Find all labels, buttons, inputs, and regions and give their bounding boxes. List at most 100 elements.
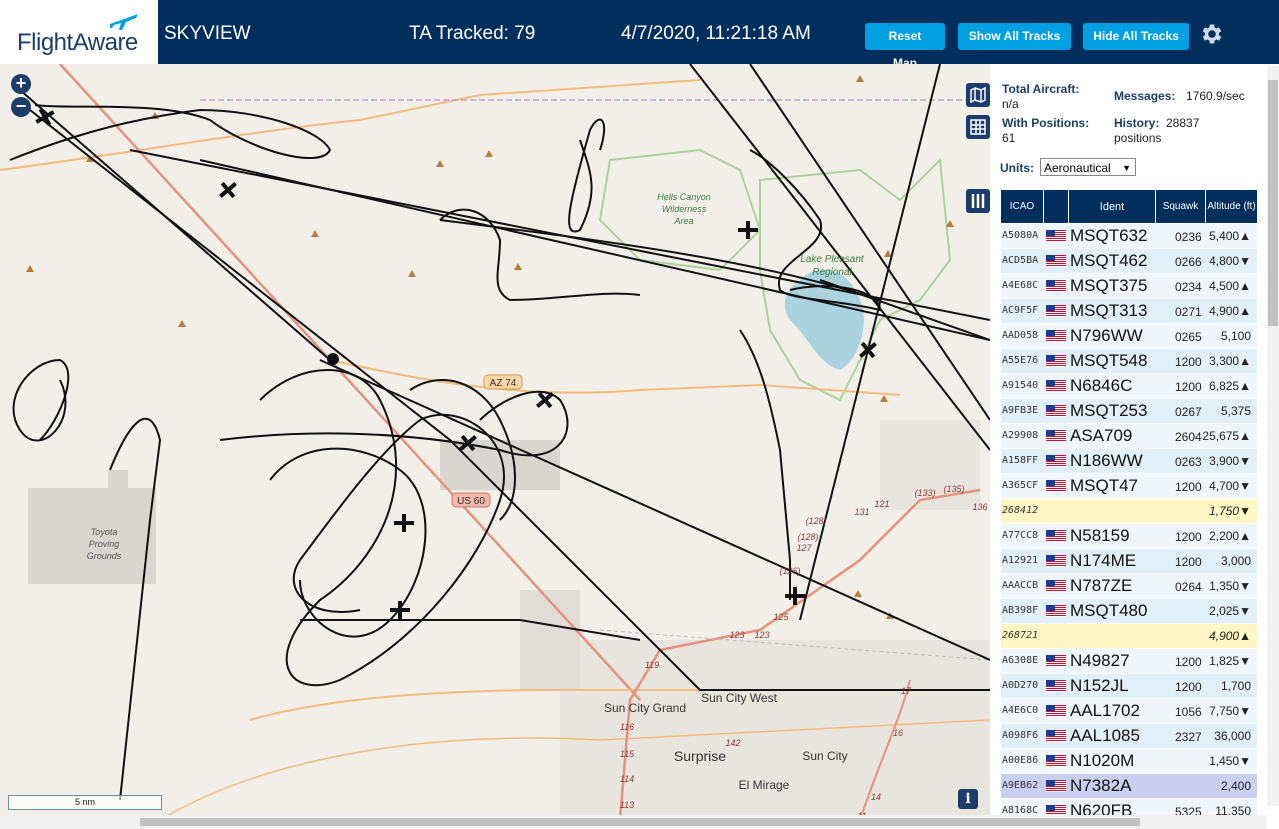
table-row[interactable]: A4E68C MSQT375 0234 4,500▲ (1001, 274, 1257, 299)
info-button[interactable]: i (958, 789, 978, 809)
icao-cell: A158FF (1002, 455, 1039, 466)
road-number: (133) (914, 488, 935, 498)
altitude-value: 1,350 (1209, 579, 1240, 593)
table-row[interactable]: A91540 N6846C 1200 6,825▲ (1001, 374, 1257, 399)
table-row[interactable]: A6308E N49827 1200 1,825▼ (1001, 649, 1257, 674)
us-flag-icon (1046, 330, 1066, 342)
label-lake-pleasant-2: Regional (812, 267, 852, 278)
ident-cell: MSQT462 (1070, 251, 1148, 270)
road-number: 113 (620, 800, 634, 810)
column-header-icao[interactable]: ICAO (1001, 190, 1043, 223)
reset-map-button[interactable]: Reset Map (865, 23, 945, 70)
map-canvas[interactable]: Hells Canyon Wilderness Area Lake Pleasa… (0, 64, 990, 829)
table-row[interactable]: AAD058 N796WW 0265 5,100 (1001, 324, 1257, 349)
column-header-squawk[interactable]: Squawk (1156, 190, 1205, 223)
current-datetime: 4/7/2020, 11:21:18 AM (621, 23, 811, 44)
grid-toggle-button[interactable] (966, 115, 990, 139)
altitude-value: 1,700 (1220, 679, 1251, 693)
total-aircraft-value: n/a (1002, 97, 1019, 111)
gear-icon[interactable] (1199, 21, 1225, 47)
table-row[interactable]: A5080A MSQT632 0236 5,400▲ (1001, 224, 1257, 249)
table-row[interactable]: A9EB62 N7382A 2,400 (1001, 774, 1257, 799)
squawk-cell: 0234 (1175, 280, 1202, 294)
table-row[interactable]: 268412 1,750▼ (1001, 499, 1257, 524)
ident-cell: N1020M (1070, 751, 1135, 770)
map-scale-bar: 5 nm (8, 795, 162, 810)
table-row[interactable]: 268721 4,900▲ (1001, 624, 1257, 649)
table-row[interactable]: ACD5BA MSQT462 0266 4,800▼ (1001, 249, 1257, 274)
road-number: (128) (805, 516, 826, 526)
horizontal-scroll-thumb[interactable] (140, 818, 1140, 826)
label-sun-city: Sun City (802, 749, 847, 763)
road-number: (126) (779, 566, 800, 576)
column-header-flag[interactable] (1044, 190, 1068, 223)
altitude-value: 36,000 (1214, 729, 1251, 743)
icao-cell: 268721 (1002, 630, 1039, 641)
aircraft-panel: Total Aircraft: n/a With Positions: 61 M… (990, 64, 1279, 829)
table-row[interactable]: A9FB3E MSQT253 0267 5,375 (1001, 399, 1257, 424)
altitude-cell: 3,900▼ (1209, 454, 1251, 468)
table-row[interactable]: A365CF MSQT47 1200 4,700▼ (1001, 474, 1257, 499)
altitude-trend-icon: ▼ (1239, 754, 1251, 768)
columns-icon (971, 194, 985, 208)
us-flag-icon (1046, 280, 1066, 292)
altitude-cell: 36,000 (1214, 729, 1251, 743)
altitude-trend-icon: ▲ (1239, 354, 1251, 368)
table-row[interactable]: A4E6C0 AAL1702 1056 7,750▼ (1001, 699, 1257, 724)
table-row[interactable]: A0D270 N152JL 1200 1,700 (1001, 674, 1257, 699)
table-row[interactable]: A12921 N174ME 1200 3,000 (1001, 549, 1257, 574)
squawk-cell: 1200 (1175, 480, 1202, 494)
squawk-cell: 0266 (1175, 255, 1202, 269)
altitude-cell: 25,675▲ (1202, 429, 1251, 443)
us-flag-icon (1046, 405, 1066, 417)
altitude-trend-icon: ▼ (1239, 454, 1251, 468)
table-row[interactable]: A158FF N186WW 0263 3,900▼ (1001, 449, 1257, 474)
altitude-value: 3,900 (1209, 454, 1240, 468)
squawk-cell: 0267 (1175, 405, 1202, 419)
table-row[interactable]: AB398F MSQT480 2,025▼ (1001, 599, 1257, 624)
zoom-in-button[interactable]: + (11, 74, 31, 94)
altitude-trend-icon: ▲ (1239, 629, 1251, 643)
column-header-ident[interactable]: Ident (1069, 190, 1155, 223)
label-sun-city-west: Sun City West (701, 691, 777, 705)
road-number: (128) (797, 532, 818, 542)
units-selected-value: Aeronautical (1044, 161, 1111, 175)
us-flag-icon (1046, 380, 1066, 392)
us-flag-icon (1046, 455, 1066, 467)
squawk-cell: 0265 (1175, 330, 1202, 344)
column-toggle-button[interactable] (966, 189, 990, 213)
table-row[interactable]: A29908 ASA709 2604 25,675▲ (1001, 424, 1257, 449)
table-row[interactable]: A77CC8 N58159 1200 2,200▲ (1001, 524, 1257, 549)
map-layers-button[interactable] (966, 83, 990, 107)
table-row[interactable]: AC9F5F MSQT313 0271 4,900▲ (1001, 299, 1257, 324)
table-row[interactable]: A55E76 MSQT548 1200 3,300▲ (1001, 349, 1257, 374)
road-number: (135) (943, 484, 964, 494)
hide-all-tracks-button[interactable]: Hide All Tracks (1083, 23, 1189, 50)
altitude-trend-icon: ▲ (1239, 229, 1251, 243)
icao-cell: A12921 (1002, 555, 1039, 566)
us-flag-icon (1046, 305, 1066, 317)
label-sun-city-grand: Sun City Grand (604, 701, 686, 715)
show-all-tracks-button[interactable]: Show All Tracks (958, 23, 1071, 50)
table-row[interactable]: AAACCB N787ZE 0264 1,350▼ (1001, 574, 1257, 599)
flightaware-logo[interactable]: FlightAware (0, 0, 158, 64)
table-row[interactable]: A098F6 AAL1085 2327 36,000 (1001, 724, 1257, 749)
altitude-cell: 4,700▼ (1209, 479, 1251, 493)
with-positions-value: 61 (1002, 131, 1016, 145)
ident-cell: N49827 (1070, 651, 1130, 670)
units-dropdown[interactable]: Aeronautical ▼ (1040, 158, 1136, 176)
ident-cell: MSQT253 (1070, 401, 1148, 420)
altitude-value: 25,675 (1202, 429, 1240, 443)
altitude-cell: 5,375 (1221, 404, 1251, 418)
altitude-trend-icon: ▲ (1239, 304, 1251, 318)
road-number: 136 (972, 502, 987, 512)
icao-cell: A91540 (1002, 380, 1039, 391)
altitude-value: 4,900 (1209, 304, 1240, 318)
aircraft-markers[interactable] (32, 104, 882, 619)
road-number: 123 (754, 630, 769, 640)
us-flag-icon (1046, 255, 1066, 267)
zoom-out-button[interactable]: − (11, 97, 31, 117)
panel-scroll-thumb[interactable] (1268, 80, 1278, 326)
column-header-altitude[interactable]: Altitude (ft) (1206, 190, 1257, 223)
table-row[interactable]: A00E86 N1020M 1,450▼ (1001, 749, 1257, 774)
